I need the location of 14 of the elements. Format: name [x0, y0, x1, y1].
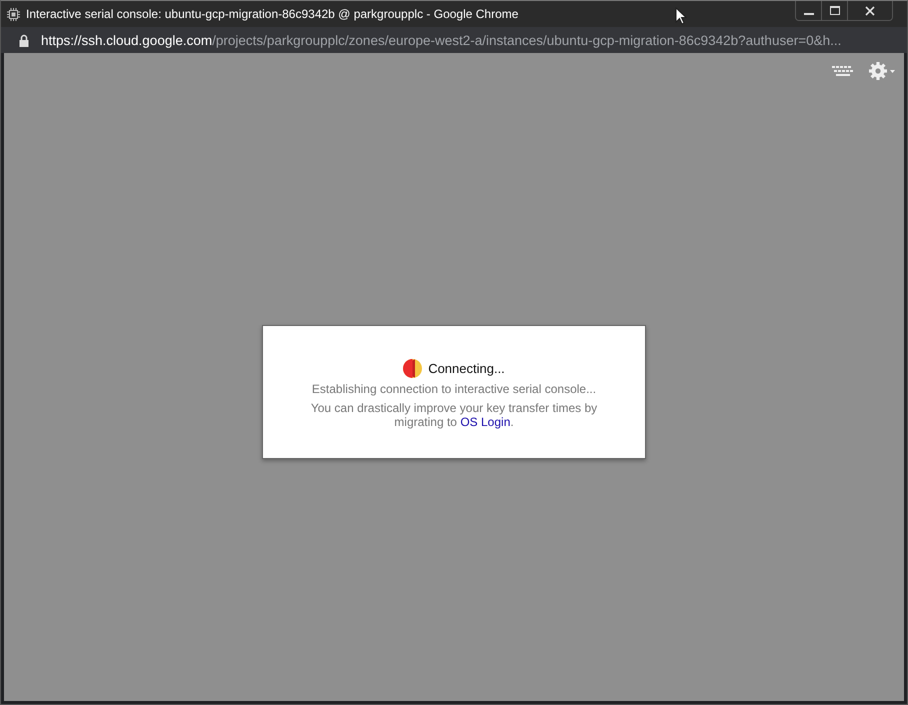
window-title: Interactive serial console: ubuntu-gcp-migration-86c9342b @ parkgroupplc - Google Chrome	[26, 7, 518, 21]
maximize-icon	[830, 6, 840, 16]
minimize-button[interactable]	[796, 1, 822, 20]
note-text: You can drastically improve your key transfer times by migrating to OS Login.	[310, 401, 598, 429]
status-text: Establishing connection to interactive serial console...	[312, 382, 596, 396]
minimize-icon	[804, 13, 814, 15]
keyboard-icon[interactable]	[832, 66, 854, 76]
spinner-icon	[403, 359, 422, 378]
settings-icon[interactable]	[868, 61, 896, 81]
close-icon	[865, 6, 875, 16]
os-login-link[interactable]: OS Login	[460, 415, 510, 429]
dialog-heading: Connecting...	[428, 361, 505, 376]
chip-icon	[7, 8, 20, 20]
lock-icon	[19, 34, 29, 46]
